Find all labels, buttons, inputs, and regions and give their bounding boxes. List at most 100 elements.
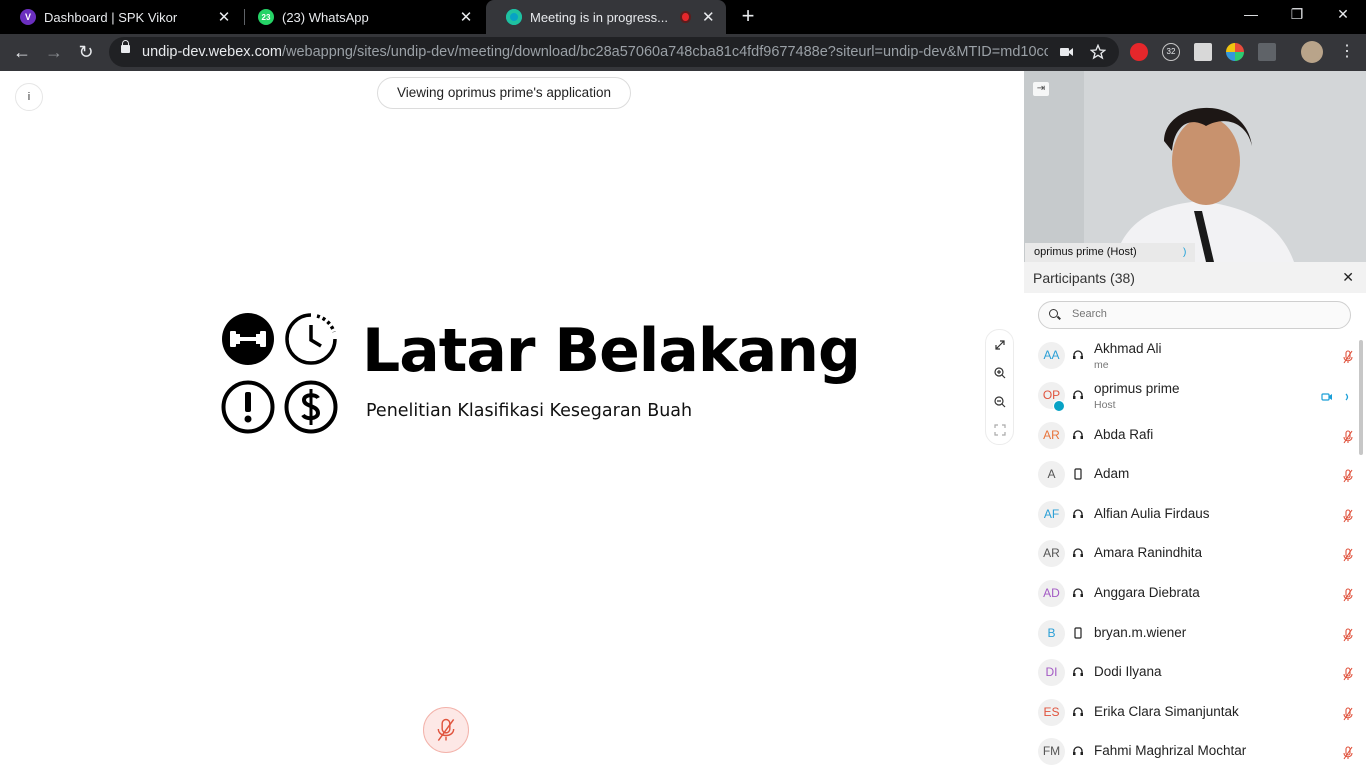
- avatar: DI: [1038, 659, 1065, 686]
- participant-row[interactable]: AF Alfian Aulia Firdaus: [1024, 497, 1354, 536]
- participant-name: Akhmad Ali: [1094, 341, 1162, 356]
- headset-icon: [1073, 548, 1083, 557]
- tab-whatsapp[interactable]: 23 (23) WhatsApp ✕: [238, 0, 486, 34]
- zoom-controls: [985, 329, 1014, 445]
- whatsapp-favicon-icon: 23: [258, 9, 274, 25]
- muted-microphone-icon[interactable]: [1342, 667, 1354, 681]
- participant-row[interactable]: DI Dodi Ilyana: [1024, 655, 1354, 694]
- url-host: undip-dev.webex.com: [142, 44, 282, 60]
- shared-content-area: i Viewing oprimus prime's application La…: [0, 71, 1024, 768]
- muted-microphone-icon[interactable]: [1342, 548, 1354, 562]
- tab-title: Dashboard | SPK Vikor: [44, 9, 178, 25]
- tab-title: Meeting is in progress...: [530, 9, 669, 25]
- fit-screen-icon[interactable]: [993, 423, 1007, 437]
- restore-button[interactable]: ❐: [1274, 0, 1320, 30]
- color-extension-icon[interactable]: [1226, 43, 1244, 61]
- participant-name: Anggara Diebrata: [1094, 585, 1200, 600]
- participant-name: Amara Ranindhita: [1094, 545, 1203, 560]
- close-tab-icon[interactable]: ✕: [699, 8, 719, 26]
- participants-header: Participants (38) ✕: [1024, 262, 1366, 293]
- video-on-icon[interactable]: [1320, 390, 1354, 404]
- reload-button[interactable]: ↻: [74, 40, 98, 64]
- extension-counter-icon[interactable]: 32: [1162, 43, 1180, 61]
- minimize-button[interactable]: —: [1228, 0, 1274, 30]
- avatar: AF: [1038, 501, 1065, 528]
- muted-microphone-icon[interactable]: [1342, 707, 1354, 721]
- tab-title: (23) WhatsApp: [282, 9, 369, 25]
- search-input[interactable]: [1070, 307, 1334, 321]
- browser-tab-bar: V Dashboard | SPK Vikor ✕ 23 (23) WhatsA…: [0, 0, 1366, 34]
- participant-name: bryan.m.wiener: [1094, 625, 1187, 640]
- muted-microphone-icon[interactable]: [1342, 430, 1354, 444]
- participant-row[interactable]: FM Fahmi Maghrizal Mochtar: [1024, 734, 1354, 773]
- headset-icon: [1073, 430, 1083, 439]
- close-panel-icon[interactable]: ✕: [1342, 269, 1354, 286]
- headset-icon: [1073, 350, 1083, 359]
- browser-menu-icon[interactable]: ⋮: [1335, 40, 1359, 64]
- url-text[interactable]: undip-dev.webex.com/webappng/sites/undip…: [142, 44, 1048, 60]
- avatar: A: [1038, 461, 1065, 488]
- clock-icon: [285, 313, 337, 365]
- avatar: AR: [1038, 422, 1065, 449]
- forward-button[interactable]: →: [42, 40, 66, 64]
- participant-row[interactable]: ES Erika Clara Simanjuntak: [1024, 695, 1354, 734]
- browser-toolbar: ← → ↻ undip-dev.webex.com/webappng/sites…: [0, 34, 1366, 71]
- headset-icon: [1073, 588, 1083, 597]
- close-tab-icon[interactable]: ✕: [212, 8, 236, 26]
- phone-icon: [1074, 627, 1082, 639]
- expand-icon[interactable]: [993, 338, 1007, 352]
- zoom-in-icon[interactable]: [993, 366, 1007, 380]
- adblock-hand-icon[interactable]: [1130, 43, 1148, 61]
- back-button[interactable]: ←: [10, 40, 34, 64]
- slide-subtitle: Penelitian Klasifikasi Kesegaran Buah: [366, 401, 693, 421]
- profile-avatar[interactable]: [1301, 41, 1323, 63]
- camera-icon[interactable]: [1060, 46, 1074, 58]
- participant-row[interactable]: AD Anggara Diebrata: [1024, 576, 1354, 615]
- warning-icon: [221, 380, 275, 434]
- url-path: /webappng/sites/undip-dev/meeting/downlo…: [281, 44, 1048, 60]
- lock-icon: [121, 40, 130, 53]
- participant-row[interactable]: AR Abda Rafi: [1024, 418, 1354, 457]
- zoom-out-icon[interactable]: [993, 395, 1007, 409]
- muted-microphone-icon[interactable]: [1342, 588, 1354, 602]
- participant-search[interactable]: [1038, 301, 1351, 329]
- new-tab-button[interactable]: +: [738, 5, 758, 29]
- tab-dashboard[interactable]: V Dashboard | SPK Vikor ✕: [0, 0, 244, 34]
- cube-extension-icon[interactable]: [1194, 43, 1212, 61]
- dumbbell-icon: [222, 313, 274, 365]
- muted-microphone-icon[interactable]: [1342, 350, 1354, 364]
- headset-icon: [1073, 390, 1083, 399]
- avatar: AD: [1038, 580, 1065, 607]
- close-tab-icon[interactable]: ✕: [454, 8, 478, 26]
- video-participant-role: (Host): [1106, 246, 1137, 258]
- scrollbar[interactable]: [1359, 340, 1363, 455]
- webex-favicon-icon: [506, 9, 522, 25]
- participant-name: Erika Clara Simanjuntak: [1094, 704, 1239, 719]
- tab-webex-meeting[interactable]: Meeting is in progress... ✕: [486, 0, 726, 34]
- muted-microphone-icon[interactable]: [1342, 628, 1354, 642]
- slide-title: Latar Belakang: [362, 316, 861, 386]
- participant-name: Alfian Aulia Firdaus: [1094, 506, 1210, 521]
- close-window-button[interactable]: ✕: [1320, 0, 1366, 30]
- participant-row[interactable]: Bbryan.m.wiener: [1024, 616, 1354, 655]
- pin-icon[interactable]: ⇥: [1033, 82, 1049, 96]
- headset-icon: [1073, 746, 1083, 755]
- participant-row[interactable]: A Adam: [1024, 457, 1354, 496]
- video-name-label: oprimus prime (Host) ): [1025, 243, 1195, 262]
- address-bar[interactable]: undip-dev.webex.com/webappng/sites/undip…: [109, 37, 1119, 67]
- participant-row[interactable]: AA Akhmad Ali me: [1024, 338, 1354, 377]
- meeting-info-icon[interactable]: i: [15, 83, 43, 111]
- participant-row[interactable]: AR Amara Ranindhita: [1024, 536, 1354, 575]
- headset-icon: [1073, 667, 1083, 676]
- participant-row[interactable]: OP oprimus prime Host: [1024, 378, 1354, 417]
- host-video-tile[interactable]: ⇥ oprimus prime (Host) ): [1024, 71, 1366, 262]
- muted-microphone-icon[interactable]: [1342, 469, 1354, 483]
- screencast-extension-icon[interactable]: [1258, 43, 1276, 61]
- muted-microphone-icon[interactable]: [1342, 746, 1354, 760]
- bookmark-star-icon[interactable]: [1090, 44, 1106, 60]
- video-participant-name: oprimus prime: [1034, 246, 1104, 258]
- muted-microphone-icon[interactable]: [1342, 509, 1354, 523]
- participants-title: Participants (38): [1033, 270, 1135, 286]
- muted-microphone-button[interactable]: [423, 707, 469, 753]
- host-video-feed: [1024, 71, 1366, 262]
